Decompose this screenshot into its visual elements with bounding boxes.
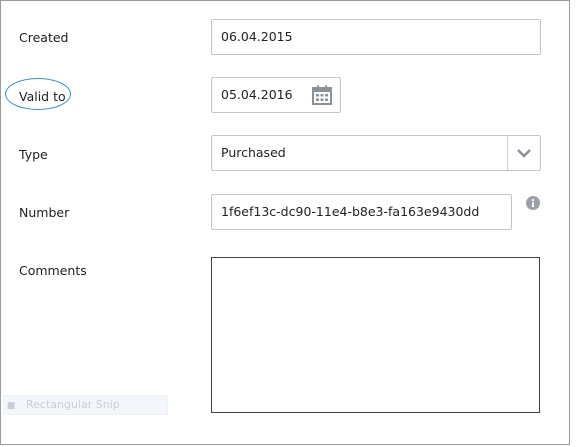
calendar-icon[interactable] bbox=[312, 85, 332, 105]
created-field[interactable]: 06.04.2015 bbox=[211, 19, 541, 55]
comments-label: Comments bbox=[19, 263, 87, 278]
snip-icon: ■ bbox=[6, 401, 16, 411]
snip-label: Rectangular Snip bbox=[26, 398, 120, 411]
valid-to-value: 05.04.2016 bbox=[221, 87, 293, 102]
number-field[interactable]: 1f6ef13c-dc90-11e4-b8e3-fa163e9430dd bbox=[211, 194, 512, 230]
comments-textarea[interactable] bbox=[211, 257, 540, 413]
created-label: Created bbox=[19, 30, 69, 45]
valid-to-label: Valid to bbox=[19, 89, 66, 104]
select-divider bbox=[507, 136, 508, 170]
chevron-down-icon[interactable] bbox=[514, 145, 534, 161]
created-value: 06.04.2015 bbox=[221, 29, 293, 44]
type-value: Purchased bbox=[221, 145, 286, 160]
type-select[interactable]: Purchased bbox=[211, 135, 541, 171]
info-icon[interactable] bbox=[526, 196, 540, 210]
valid-to-field[interactable]: 05.04.2016 bbox=[211, 77, 341, 113]
form-panel: Created 06.04.2015 Valid to 05.04.2016 T… bbox=[0, 0, 570, 445]
number-label: Number bbox=[19, 205, 70, 220]
type-label: Type bbox=[19, 147, 48, 162]
number-value: 1f6ef13c-dc90-11e4-b8e3-fa163e9430dd bbox=[221, 204, 480, 219]
rectangular-snip-overlay: ■ Rectangular Snip bbox=[3, 395, 168, 415]
